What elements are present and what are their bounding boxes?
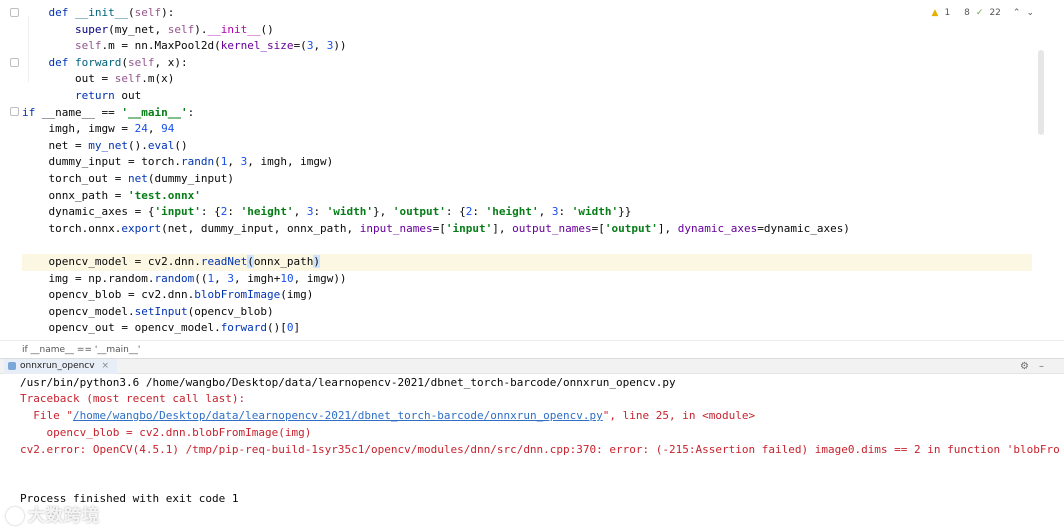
code-line: if __name__ == '__main__': [22,105,195,119]
code-line: opencv_blob = cv2.dnn.blobFromImage(img) [48,288,314,302]
code-line: net = my_net().eval() [48,138,188,152]
console-line: Traceback (most recent call last): [20,392,246,405]
minimize-icon[interactable]: – [1039,359,1044,374]
code-line: self.m = nn.MaxPool2d(kernel_size=(3, 3)… [74,39,347,53]
code-line: dynamic_axes = {'input': {2: 'height', 3… [48,205,632,219]
breadcrumb-item[interactable]: if __name__ == '__main__' [22,345,140,355]
code-line: out = self.m(x) [74,72,175,86]
console-line: /usr/bin/python3.6 /home/wangbo/Desktop/… [20,376,676,389]
watermark-logo-icon [6,507,24,525]
code-line: img = np.random.random((1, 3, imgh+10, i… [48,271,347,285]
code-line: super(my_net, self).__init__() [74,22,274,36]
close-icon[interactable]: × [101,361,109,371]
code-line: def forward(self, x): [48,55,188,69]
gear-icon[interactable]: ⚙ [1020,359,1029,374]
editor-gutter [0,0,22,340]
code-line: return out [74,88,142,102]
run-console[interactable]: /usr/bin/python3.6 /home/wangbo/Desktop/… [0,374,1064,530]
code-line: imgh, imgw = 24, 94 [48,122,175,136]
code-line: onnx_path = 'test.onnx' [48,188,201,202]
console-line: cv2.error: OpenCV(4.5.1) /tmp/pip-req-bu… [20,443,1060,456]
run-tab-label: onnxrun_opencv [20,361,95,371]
code-line: opencv_model.setInput(opencv_blob) [48,304,274,318]
code-line: torch_out = net(dummy_input) [48,171,234,185]
file-link[interactable]: /home/wangbo/Desktop/data/learnopencv-20… [73,409,603,422]
code-line: def __init__(self): [48,6,175,19]
run-tool-window-header: onnxrun_opencv × ⚙ – [0,358,1064,376]
editor-scrollbar[interactable] [1038,50,1044,135]
breadcrumb[interactable]: if __name__ == '__main__' [0,340,1064,358]
fold-marker-icon[interactable] [10,107,19,116]
code-editor[interactable]: ▲ 1 8 ✓ 22 ⌃ ⌄ def __init__(self): super… [0,0,1064,340]
code-lines: def __init__(self): super(my_net, self).… [22,5,1032,337]
code-line: dummy_input = torch.randn(1, 3, imgh, im… [48,155,334,169]
run-toolbar: ⚙ – [1020,359,1044,374]
code-line: opencv_out = opencv_model.forward()[0] [48,321,301,335]
console-line: opencv_blob = cv2.dnn.blobFromImage(img) [20,426,312,439]
console-line: File "/home/wangbo/Desktop/data/learnope… [20,409,756,422]
code-line: torch.onnx.export(net, dummy_input, onnx… [48,221,850,235]
fold-marker-icon[interactable] [10,8,19,17]
python-file-icon [8,362,16,370]
watermark: 大数跨境 [6,501,100,526]
fold-marker-icon[interactable] [10,58,19,67]
code-line-current: opencv_model = cv2.dnn.readNet(onnx_path… [22,253,1032,271]
